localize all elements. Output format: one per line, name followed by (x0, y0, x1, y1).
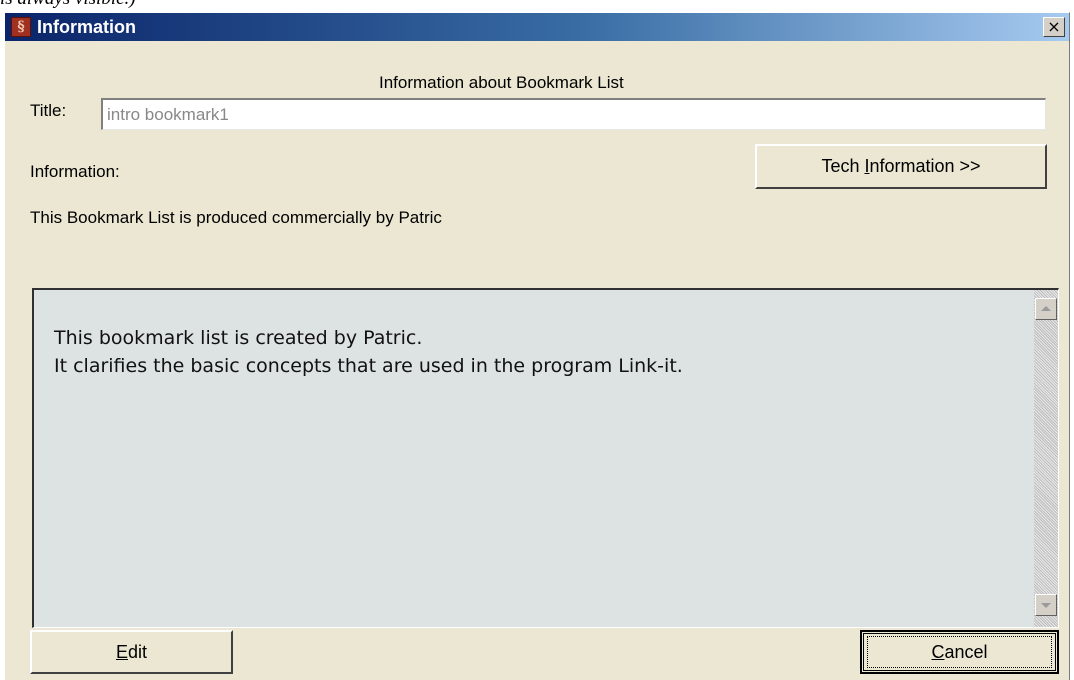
edit-mnemonic: E (115, 641, 128, 662)
title-label: Title: (30, 101, 67, 120)
title-input[interactable] (101, 98, 1046, 130)
dialog-heading: Information about Bookmark List (379, 73, 624, 92)
title-bar[interactable]: § Information × (5, 13, 1069, 41)
close-button[interactable]: × (1043, 17, 1065, 37)
information-dialog: § Information × Information about Bookma… (4, 12, 1070, 680)
information-line: This bookmark list is created by Patric. (54, 327, 423, 349)
information-label: Information: (30, 162, 120, 181)
app-logo-icon: § (11, 17, 31, 37)
edit-button[interactable]: Edit (30, 630, 233, 674)
vertical-scrollbar[interactable] (1034, 290, 1058, 627)
tech-information-button[interactable]: Tech Information >> (755, 144, 1047, 189)
edit-label-suffix: dit (128, 641, 148, 662)
scroll-up-button[interactable] (1035, 298, 1057, 320)
information-content: This bookmark list is created by Patric.… (54, 324, 683, 380)
tech-information-label-suffix: nformation >> (869, 156, 981, 176)
scroll-down-button[interactable] (1035, 594, 1057, 616)
cancel-button[interactable]: Cancel (860, 630, 1059, 674)
producer-text: This Bookmark List is produced commercia… (30, 208, 442, 227)
information-line: It clarifies the basic concepts that are… (54, 355, 683, 377)
window-title: Information (37, 17, 136, 37)
information-textbox[interactable]: This bookmark list is created by Patric.… (32, 288, 1059, 628)
arrow-down-icon (1041, 603, 1051, 608)
close-icon: × (1047, 17, 1061, 36)
arrow-up-icon (1041, 306, 1051, 311)
page-caption: is always visible.) (0, 0, 136, 9)
focus-ring (867, 636, 1052, 668)
tech-information-label-prefix: Tech (821, 156, 865, 176)
